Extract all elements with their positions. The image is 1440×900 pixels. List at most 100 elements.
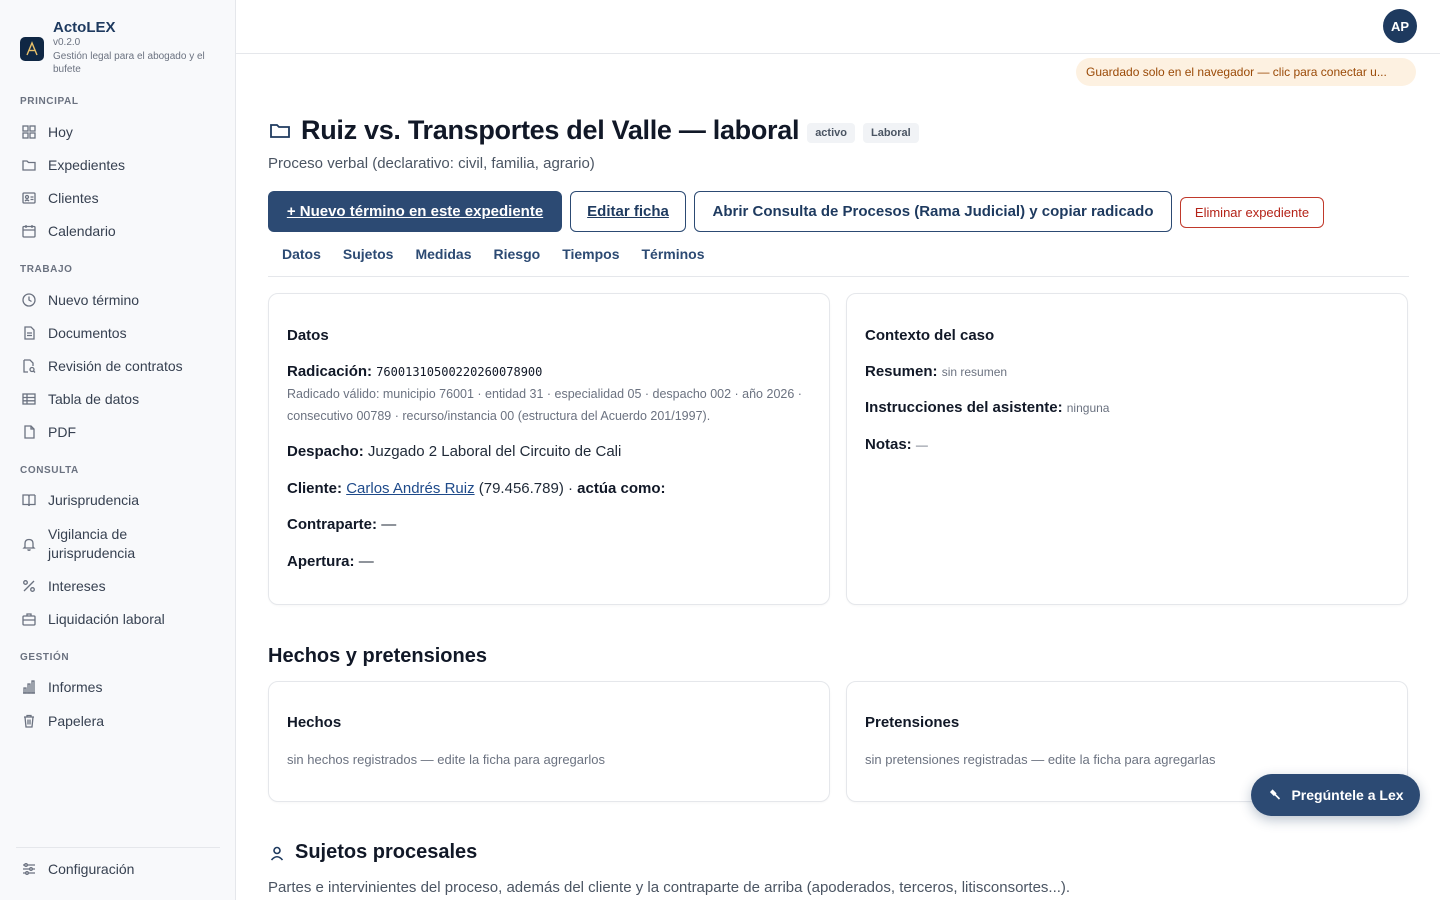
sidebar-item-hoy[interactable]: Hoy xyxy=(16,117,220,147)
sujetos-subtitle: Partes e intervinientes del proceso, ade… xyxy=(268,879,1071,896)
field-label: Notas: xyxy=(865,436,912,453)
sidebar-item-label: Revisión de contratos xyxy=(48,358,183,374)
tab-tiempos[interactable]: Tiempos xyxy=(562,246,619,262)
case-subtitle: Proceso verbal (declarativo: civil, fami… xyxy=(268,155,595,172)
sidebar-item-label: Clientes xyxy=(48,190,99,206)
tab-riesgo[interactable]: Riesgo xyxy=(494,246,541,262)
topbar: AP xyxy=(236,0,1440,54)
sidebar-item-intereses[interactable]: Intereses xyxy=(16,571,220,601)
tab-sujetos[interactable]: Sujetos xyxy=(343,246,394,262)
app-tagline: Gestión legal para el abogado y el bufet… xyxy=(53,51,205,75)
nav-section-principal: PRINCIPAL xyxy=(20,96,79,107)
instrucciones-field: Instrucciones del asistente: ninguna xyxy=(865,399,1109,416)
field-label: Cliente: xyxy=(287,480,343,497)
resumen-value: sin resumen xyxy=(941,365,1008,379)
app-name: ActoLEX xyxy=(53,19,116,36)
sidebar-item-vigilancia[interactable]: Vigilancia de jurisprudencia xyxy=(16,523,220,565)
grid-icon xyxy=(21,124,37,140)
open-consulta-button[interactable]: Abrir Consulta de Procesos (Rama Judicia… xyxy=(694,191,1172,232)
folder-icon xyxy=(21,157,37,173)
sidebar-item-label: Liquidación laboral xyxy=(48,611,165,627)
contraparte-value: — xyxy=(381,516,397,533)
card-title: Hechos xyxy=(287,714,342,731)
nav-section-consulta: CONSULTA xyxy=(20,465,79,476)
radicacion-field: Radicación: 76001310500220260078900 xyxy=(287,363,542,380)
sidebar-item-label: Tabla de datos xyxy=(48,391,140,407)
empty-state: sin hechos registrados — edite la ficha … xyxy=(287,752,605,767)
book-icon xyxy=(21,492,37,508)
section-title-hechos: Hechos y pretensiones xyxy=(268,645,487,667)
despacho-value: Juzgado 2 Laboral del Circuito de Cali xyxy=(367,443,622,460)
tab-datos[interactable]: Datos xyxy=(282,246,321,262)
tab-terminos[interactable]: Términos xyxy=(642,246,705,262)
radicacion-value[interactable]: 76001310500220260078900 xyxy=(376,365,542,379)
radicacion-help: Radicado válido: municipio 76001 · entid… xyxy=(287,387,802,423)
sidebar-item-label: Configuración xyxy=(48,861,135,877)
logo-icon xyxy=(20,37,44,61)
status-badge: activo xyxy=(807,123,855,143)
ask-lex-button[interactable]: Pregúntele a Lex xyxy=(1251,774,1420,816)
page-title: Ruiz vs. Transportes del Valle — laboral xyxy=(301,114,800,145)
field-label: Despacho: xyxy=(287,443,364,460)
apertura-value: — xyxy=(358,553,374,570)
nav-section-gestion: GESTIÓN xyxy=(20,652,70,663)
card-title: Pretensiones xyxy=(865,714,960,731)
id-card-icon xyxy=(21,190,37,206)
sidebar-item-pdf[interactable]: PDF xyxy=(16,417,220,447)
file-icon xyxy=(21,424,37,440)
sidebar-item-documentos[interactable]: Documentos xyxy=(16,318,220,348)
sidebar-item-clientes[interactable]: Clientes xyxy=(16,183,220,213)
sidebar-item-configuracion[interactable]: Configuración xyxy=(16,854,220,884)
briefcase-icon xyxy=(21,611,37,627)
sidebar-item-revision-contratos[interactable]: Revisión de contratos xyxy=(16,351,220,381)
sidebar-item-papelera[interactable]: Papelera xyxy=(16,706,220,736)
instrucciones-value: ninguna xyxy=(1066,401,1110,415)
tab-medidas[interactable]: Medidas xyxy=(415,246,471,262)
document-icon xyxy=(21,325,37,341)
delete-case-button[interactable]: Eliminar expediente xyxy=(1180,197,1324,228)
sidebar-item-label: Informes xyxy=(48,679,103,695)
nav-section-trabajo: TRABAJO xyxy=(20,264,73,275)
hechos-card: Hechos sin hechos registrados — edite la… xyxy=(268,681,830,802)
despacho-field: Despacho: Juzgado 2 Laboral del Circuito… xyxy=(287,443,621,460)
sidebar-item-label: Vigilancia de jurisprudencia xyxy=(48,526,136,561)
avatar[interactable]: AP xyxy=(1383,9,1417,43)
calendar-icon xyxy=(21,223,37,239)
field-label: Instrucciones del asistente: xyxy=(865,399,1063,416)
folder-icon xyxy=(270,124,290,138)
storage-status-banner[interactable]: Guardado solo en el navegador — clic par… xyxy=(1076,58,1416,86)
sidebar-item-label: Intereses xyxy=(48,578,106,594)
card-title: Datos xyxy=(287,327,329,344)
section-title-sujetos: Sujetos procesales xyxy=(295,841,478,863)
client-link[interactable]: Carlos Andrés Ruiz xyxy=(346,480,474,497)
client-id: (79.456.789) · xyxy=(478,480,573,497)
sidebar-item-calendario[interactable]: Calendario xyxy=(16,216,220,246)
notas-value: — xyxy=(915,438,928,452)
table-icon xyxy=(21,391,37,407)
contraparte-field: Contraparte: — xyxy=(287,516,396,533)
sidebar-item-expedientes[interactable]: Expedientes xyxy=(16,150,220,180)
sidebar-item-nuevo-termino[interactable]: Nuevo término xyxy=(16,285,220,315)
section-tabs: Datos Sujetos Medidas Riesgo Tiempos Tér… xyxy=(268,232,1409,277)
edit-case-button[interactable]: Editar ficha xyxy=(570,191,686,232)
sidebar-item-label: Jurisprudencia xyxy=(48,492,140,508)
clock-icon xyxy=(21,292,37,308)
field-label: Resumen: xyxy=(865,363,938,380)
sidebar-item-label: PDF xyxy=(48,424,76,440)
new-term-button[interactable]: + Nuevo término en este expediente xyxy=(268,191,562,232)
field-label: actúa como: xyxy=(577,480,666,497)
sliders-icon xyxy=(21,861,37,877)
bell-icon xyxy=(21,536,37,552)
sidebar-item-label: Documentos xyxy=(48,325,127,341)
percent-icon xyxy=(21,578,37,594)
sidebar-item-label: Hoy xyxy=(48,124,73,140)
sidebar-item-tabla-datos[interactable]: Tabla de datos xyxy=(16,384,220,414)
user-icon xyxy=(270,846,284,861)
cliente-field: Cliente: Carlos Andrés Ruiz (79.456.789)… xyxy=(287,480,666,497)
brand[interactable]: ActoLEX v0.2.0 Gestión legal para el abo… xyxy=(20,18,220,78)
sidebar-item-label: Calendario xyxy=(48,223,116,239)
sidebar-item-informes[interactable]: Informes xyxy=(16,672,220,702)
sidebar-item-liquidacion[interactable]: Liquidación laboral xyxy=(16,604,220,634)
fab-label: Pregúntele a Lex xyxy=(1291,787,1404,803)
sidebar-item-jurisprudencia[interactable]: Jurisprudencia xyxy=(16,485,220,515)
